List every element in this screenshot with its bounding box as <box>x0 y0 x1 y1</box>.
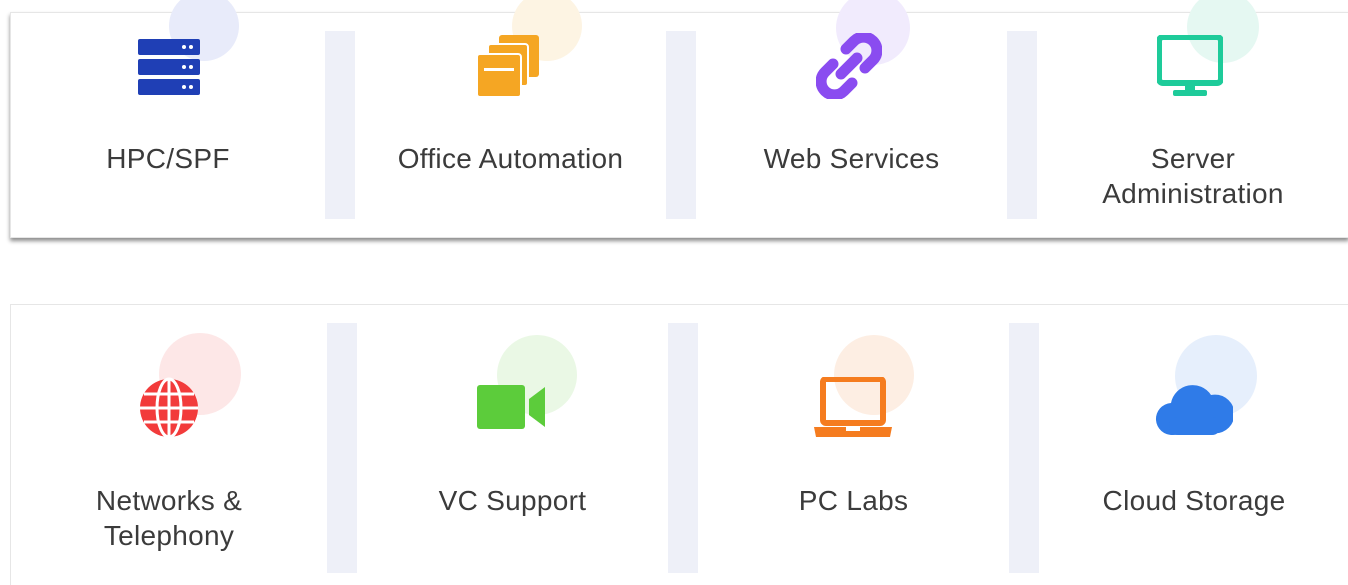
globe-icon <box>140 377 198 439</box>
tile-separator <box>666 31 696 219</box>
service-card-networks-telephony[interactable]: Networks & Telephony <box>11 305 327 585</box>
tile-separator <box>1009 323 1039 573</box>
monitor-icon <box>1157 35 1223 96</box>
server-stack-icon <box>138 39 200 95</box>
service-label: PC Labs <box>798 485 909 516</box>
service-label: Networks & Telephony <box>95 485 243 551</box>
tile-separator <box>327 323 357 573</box>
service-card-server-administration[interactable]: Server Administration <box>1037 0 1348 237</box>
tile-separator <box>325 31 355 219</box>
service-label: Cloud Storage <box>1102 485 1286 516</box>
folders-icon <box>477 35 539 97</box>
service-label: Server Administration <box>1102 143 1284 209</box>
services-row-2: Networks & Telephony VC Support PC Labs … <box>10 304 1348 585</box>
tile-separator <box>668 323 698 573</box>
service-card-vc-support[interactable]: VC Support <box>357 305 668 585</box>
link-icon <box>816 33 882 99</box>
service-card-cloud-storage[interactable]: Cloud Storage <box>1039 305 1348 585</box>
service-label: Office Automation <box>397 143 624 174</box>
service-card-pc-labs[interactable]: PC Labs <box>698 305 1009 585</box>
tile-separator <box>1007 31 1037 219</box>
service-label: Web Services <box>763 143 940 174</box>
cloud-icon <box>1156 385 1233 435</box>
service-card-web-services[interactable]: Web Services <box>696 0 1007 237</box>
service-label: HPC/SPF <box>106 143 230 174</box>
video-camera-icon <box>477 385 545 429</box>
laptop-icon <box>814 377 892 437</box>
services-row-1: HPC/SPF Office Automation Web Services S… <box>10 0 1348 238</box>
service-card-office-automation[interactable]: Office Automation <box>355 0 666 237</box>
service-label: VC Support <box>438 485 587 516</box>
service-card-hpc-spf[interactable]: HPC/SPF <box>11 0 325 237</box>
